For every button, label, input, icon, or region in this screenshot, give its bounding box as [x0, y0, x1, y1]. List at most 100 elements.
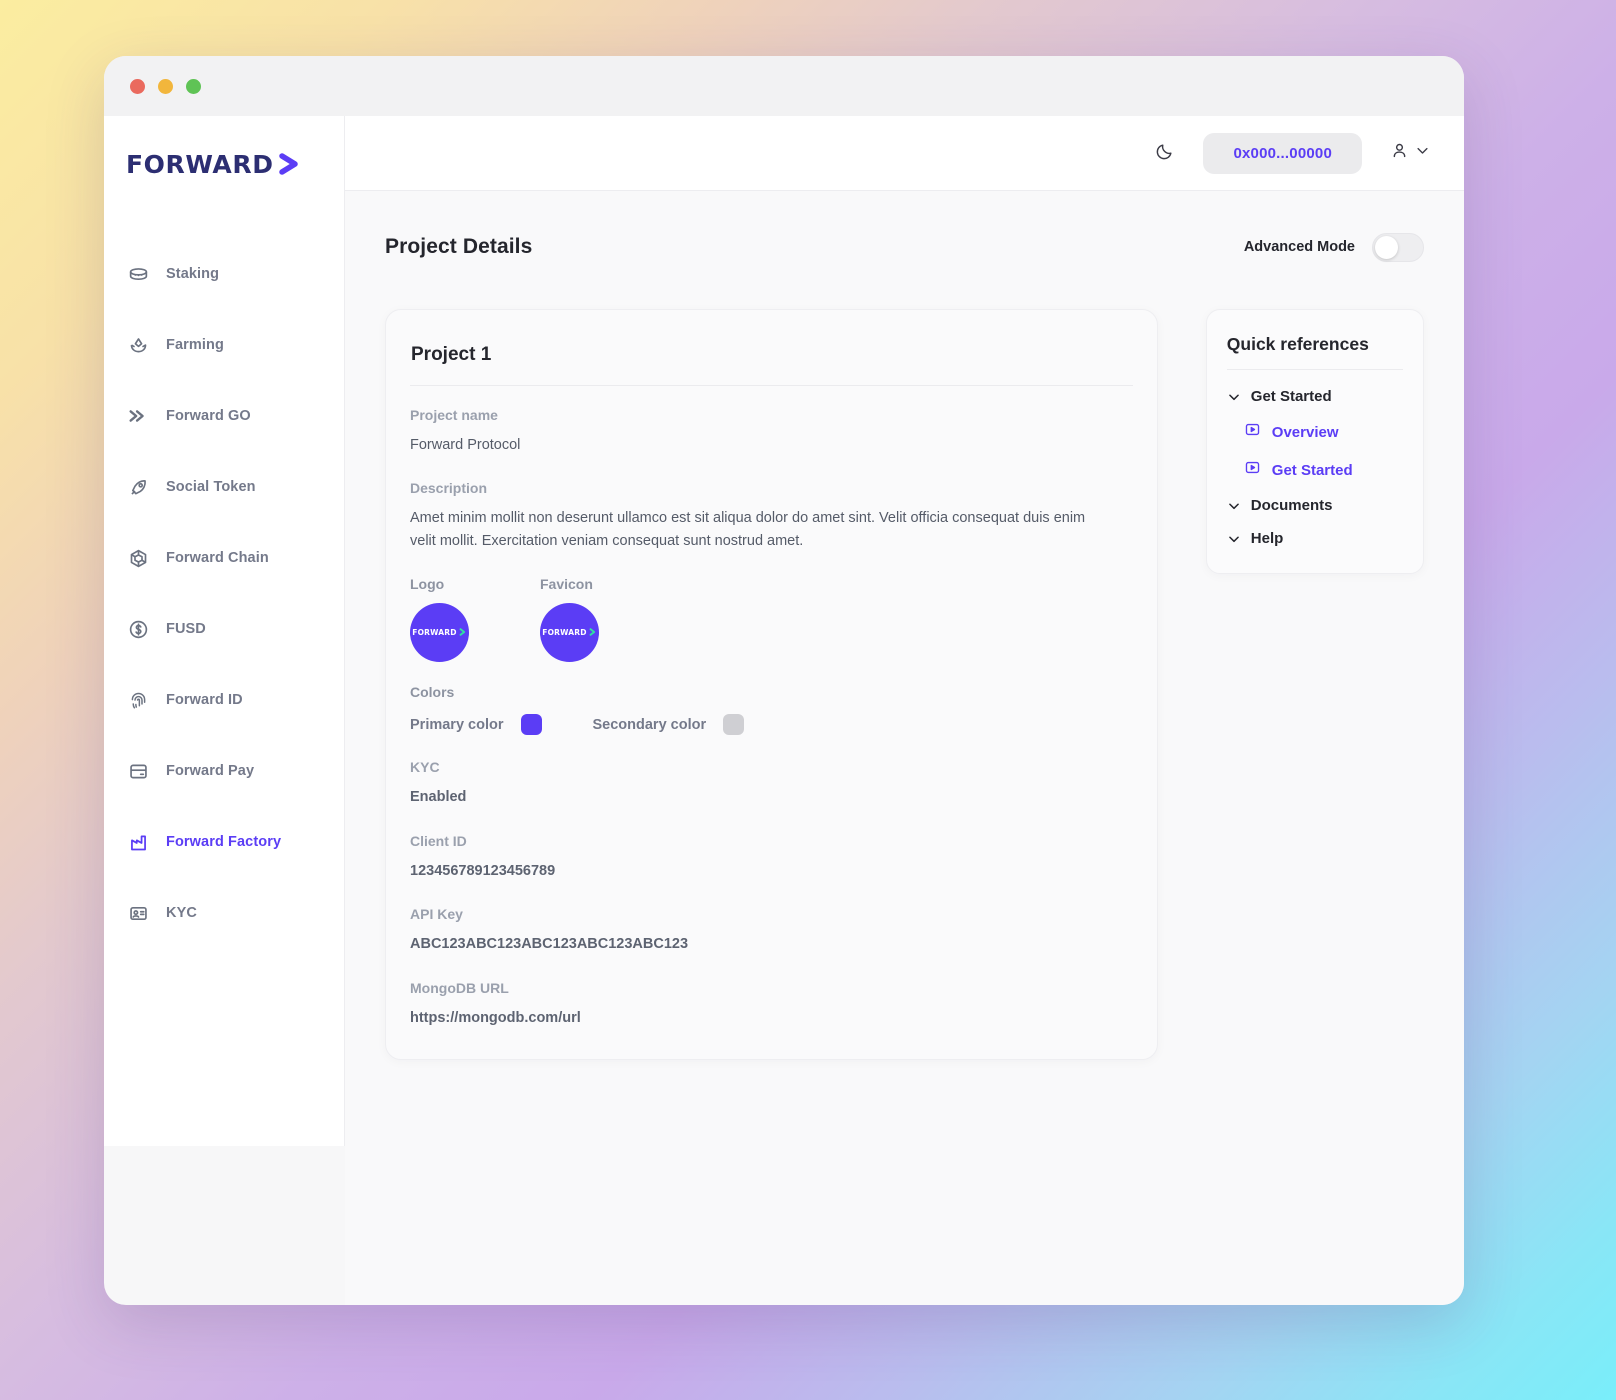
- field-project-name: Project name Forward Protocol: [410, 407, 1133, 456]
- field-mongodb-url: MongoDB URL https://mongodb.com/url: [410, 980, 1133, 1029]
- sidebar-item-label: Staking: [166, 266, 220, 282]
- theme-toggle-button[interactable]: [1147, 136, 1181, 170]
- quick-references-title: Quick references: [1226, 334, 1369, 354]
- favicon-preview-text: FORWARD: [542, 628, 587, 638]
- video-play-icon: [1244, 421, 1261, 443]
- credit-card-icon: [127, 760, 149, 782]
- brand-logo-text: FORWARD: [126, 149, 274, 179]
- favicon-preview[interactable]: FORWARD: [540, 603, 599, 663]
- wallet-address-button[interactable]: 0x000...00000: [1203, 132, 1362, 174]
- user-icon: [1390, 141, 1409, 165]
- project-card-title: Project 1: [411, 344, 492, 365]
- sidebar-item-farming[interactable]: Farming: [104, 325, 344, 365]
- app-window: FORWARD Staking Farming Forward GO Socia…: [104, 56, 1464, 1305]
- qr-link-get-started[interactable]: Get Started: [1244, 459, 1403, 481]
- topbar: 0x000...00000: [345, 116, 1464, 191]
- sidebar-item-staking[interactable]: Staking: [104, 254, 344, 294]
- sidebar-item-label: FUSD: [166, 621, 206, 637]
- field-value: Enabled: [410, 789, 467, 806]
- field-label: Description: [410, 480, 488, 497]
- advanced-mode-toggle[interactable]: [1372, 232, 1424, 262]
- brand-logo[interactable]: FORWARD: [104, 122, 344, 206]
- chevron-right-icon: [458, 624, 467, 642]
- advanced-mode-control: Advanced Mode: [1243, 232, 1424, 262]
- sidebar-item-label: KYC: [166, 905, 197, 921]
- qr-group-help[interactable]: Help: [1227, 530, 1403, 547]
- field-api-key: API Key ABC123ABC123ABC123ABC123ABC123: [410, 906, 1133, 955]
- field-kyc: KYC Enabled: [410, 759, 1133, 808]
- field-description: Description Amet minim mollit non deseru…: [410, 480, 1133, 552]
- primary-color-swatch[interactable]: [520, 714, 542, 736]
- qr-link-overview[interactable]: Overview: [1244, 421, 1403, 443]
- qr-group-label: Documents: [1250, 497, 1333, 514]
- sidebar: FORWARD Staking Farming Forward GO Socia…: [104, 116, 345, 1146]
- sidebar-item-fusd[interactable]: FUSD: [104, 609, 344, 649]
- qr-group-documents[interactable]: Documents: [1227, 497, 1403, 514]
- quick-references-panel: Quick references Get Started Overview Ge…: [1205, 309, 1424, 574]
- sidebar-item-kyc[interactable]: KYC: [104, 893, 344, 933]
- sprout-icon: [127, 334, 149, 356]
- sidebar-item-label: Farming: [166, 337, 224, 353]
- user-menu-button[interactable]: [1390, 141, 1430, 165]
- hexagon-cube-icon: [127, 547, 149, 569]
- field-label: API Key: [410, 906, 463, 923]
- logo-block: Logo FORWARD: [410, 576, 490, 663]
- field-label: Client ID: [410, 832, 467, 849]
- app-body: FORWARD Staking Farming Forward GO Socia…: [104, 116, 1464, 1305]
- sidebar-item-forward-factory[interactable]: Forward Factory: [104, 822, 344, 862]
- sidebar-item-label: Forward Chain: [166, 550, 269, 566]
- sidebar-item-forward-chain[interactable]: Forward Chain: [104, 538, 344, 578]
- moon-icon: [1155, 142, 1174, 164]
- logo-preview[interactable]: FORWARD: [410, 603, 469, 663]
- window-titlebar: [104, 56, 1464, 116]
- page-title: Project Details: [385, 235, 533, 258]
- sidebar-item-label: Social Token: [166, 479, 256, 495]
- sidebar-item-label: Forward GO: [166, 408, 251, 424]
- sidebar-item-forward-pay[interactable]: Forward Pay: [104, 751, 344, 791]
- chevron-down-icon: [1227, 499, 1241, 513]
- field-value: Amet minim mollit non deserunt ullamco e…: [410, 510, 1086, 549]
- video-play-icon: [1244, 459, 1261, 481]
- favicon-block: Favicon FORWARD: [540, 576, 620, 663]
- field-label: KYC: [410, 759, 440, 776]
- sidebar-item-social-token[interactable]: Social Token: [104, 467, 344, 507]
- field-value: Forward Protocol: [410, 437, 521, 453]
- colors-row: Primary color Secondary color: [410, 714, 1133, 736]
- secondary-color-swatch[interactable]: [723, 714, 745, 736]
- field-value: ABC123ABC123ABC123ABC123ABC123: [410, 936, 689, 953]
- sidebar-nav: Staking Farming Forward GO Social Token …: [104, 206, 344, 933]
- factory-icon: [127, 831, 149, 853]
- secondary-color-item: Secondary color: [593, 714, 745, 736]
- field-value: https://mongodb.com/url: [410, 1009, 581, 1026]
- double-chevron-right-icon: [127, 405, 149, 427]
- field-label: MongoDB URL: [410, 979, 509, 996]
- coins-stack-icon: [127, 263, 149, 285]
- sidebar-item-label: Forward Pay: [166, 763, 255, 779]
- sidebar-item-label: Forward ID: [166, 692, 243, 708]
- sidebar-item-forward-go[interactable]: Forward GO: [104, 396, 344, 436]
- sidebar-item-forward-id[interactable]: Forward ID: [104, 680, 344, 720]
- colors-label: Colors: [410, 684, 455, 701]
- primary-color-item: Primary color: [410, 714, 542, 736]
- qr-group-get-started[interactable]: Get Started: [1227, 388, 1403, 405]
- close-window-button[interactable]: [130, 78, 145, 94]
- project-details-card: Project 1 Project name Forward Protocol …: [385, 309, 1158, 1061]
- dollar-coin-icon: [127, 618, 149, 640]
- toggle-knob: [1375, 235, 1398, 259]
- sidebar-item-label: Forward Factory: [166, 834, 282, 850]
- qr-divider: [1226, 369, 1403, 370]
- page-content: Project Details Advanced Mode Project 1: [345, 191, 1464, 1305]
- favicon-label: Favicon: [540, 576, 593, 593]
- qr-group-label: Get Started: [1250, 388, 1332, 405]
- page-header: Project Details Advanced Mode: [385, 225, 1424, 269]
- qr-link-label: Overview: [1271, 423, 1339, 441]
- main-column: 0x000...00000 Project Details Advanced M…: [345, 116, 1464, 1305]
- logo-label: Logo: [410, 576, 445, 593]
- content-columns: Project 1 Project name Forward Protocol …: [385, 309, 1424, 1061]
- minimize-window-button[interactable]: [158, 78, 173, 94]
- advanced-mode-label: Advanced Mode: [1243, 239, 1355, 255]
- qr-group-label: Help: [1250, 530, 1284, 547]
- id-card-icon: [127, 902, 149, 924]
- maximize-window-button[interactable]: [186, 78, 201, 94]
- qr-link-label: Get Started: [1271, 461, 1353, 479]
